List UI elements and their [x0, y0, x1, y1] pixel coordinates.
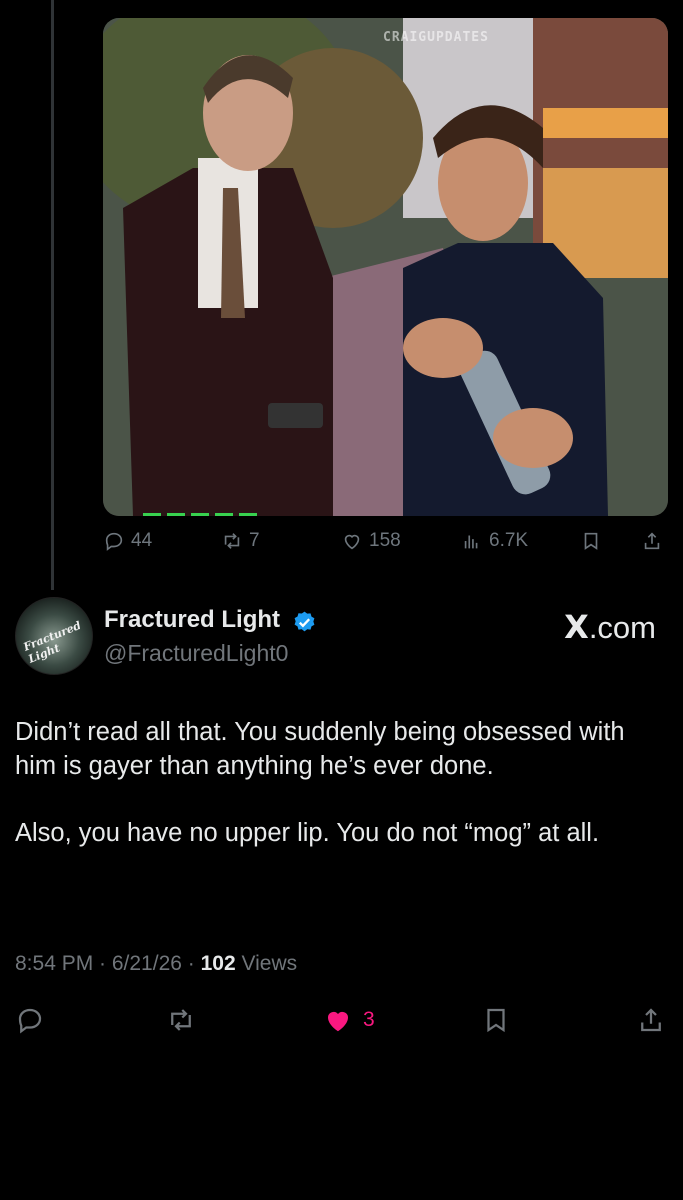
reply-icon	[105, 532, 123, 551]
reply-button-main[interactable]	[15, 1005, 45, 1035]
post-views-count: 102	[200, 952, 236, 975]
x-com-logo: X.com	[564, 608, 656, 646]
reply-button[interactable]: 44	[103, 530, 152, 552]
analytics-icon	[464, 535, 478, 549]
like-count: 158	[369, 530, 401, 551]
reply-icon	[18, 1008, 42, 1034]
repost-button-main[interactable]	[166, 1005, 196, 1035]
video-progress-bar[interactable]	[143, 512, 263, 516]
repost-icon	[224, 533, 240, 549]
author-handle[interactable]: @FracturedLight0	[104, 640, 288, 667]
repost-count: 7	[249, 530, 260, 551]
bookmark-icon	[584, 532, 598, 550]
post-text: Didn’t read all that. You suddenly being…	[15, 715, 665, 883]
like-count-main: 3	[363, 1008, 375, 1031]
video-media[interactable]: CRAIGUPDATES	[103, 18, 668, 516]
watermark: CRAIGUPDATES	[383, 30, 489, 45]
avatar[interactable]: Fractured Light	[15, 597, 93, 675]
like-button-main[interactable]: 3	[323, 1005, 375, 1035]
verified-badge-icon	[294, 611, 315, 632]
author-display-name[interactable]: Fractured Light	[104, 606, 280, 634]
post-views-label: Views	[235, 952, 298, 975]
repost-icon	[171, 1009, 191, 1031]
bookmark-button-main[interactable]	[481, 1005, 511, 1035]
post-metadata: 8:54 PM · 6/21/26 · 102 Views	[15, 952, 297, 976]
repost-button[interactable]: 7	[221, 530, 260, 552]
video-frame-illustration	[103, 18, 668, 516]
heart-icon	[344, 534, 360, 550]
post-time-date[interactable]: 8:54 PM · 6/21/26 ·	[15, 952, 201, 975]
share-button[interactable]	[641, 530, 663, 552]
quoted-action-bar: 44 7 158 6.7K	[103, 530, 668, 558]
share-button-main[interactable]	[636, 1005, 666, 1035]
avatar-logo-text: Fractured Light	[21, 618, 83, 666]
views-count: 6.7K	[489, 530, 529, 551]
heart-filled-icon	[328, 1011, 348, 1032]
reply-count: 44	[131, 530, 153, 551]
like-button[interactable]: 158	[341, 530, 401, 552]
share-icon	[641, 1008, 661, 1032]
bookmark-icon	[487, 1008, 505, 1033]
post-paragraph-2: Also, you have no upper lip. You do not …	[15, 819, 600, 847]
post-action-bar: 3	[0, 1005, 683, 1039]
thread-line	[51, 0, 54, 590]
post-paragraph-1: Didn’t read all that. You suddenly being…	[15, 718, 625, 780]
x-domain: .com	[588, 610, 656, 645]
x-letter: X	[564, 608, 589, 646]
share-icon	[644, 532, 660, 550]
views-button[interactable]: 6.7K	[461, 530, 528, 552]
bookmark-button[interactable]	[580, 530, 602, 552]
